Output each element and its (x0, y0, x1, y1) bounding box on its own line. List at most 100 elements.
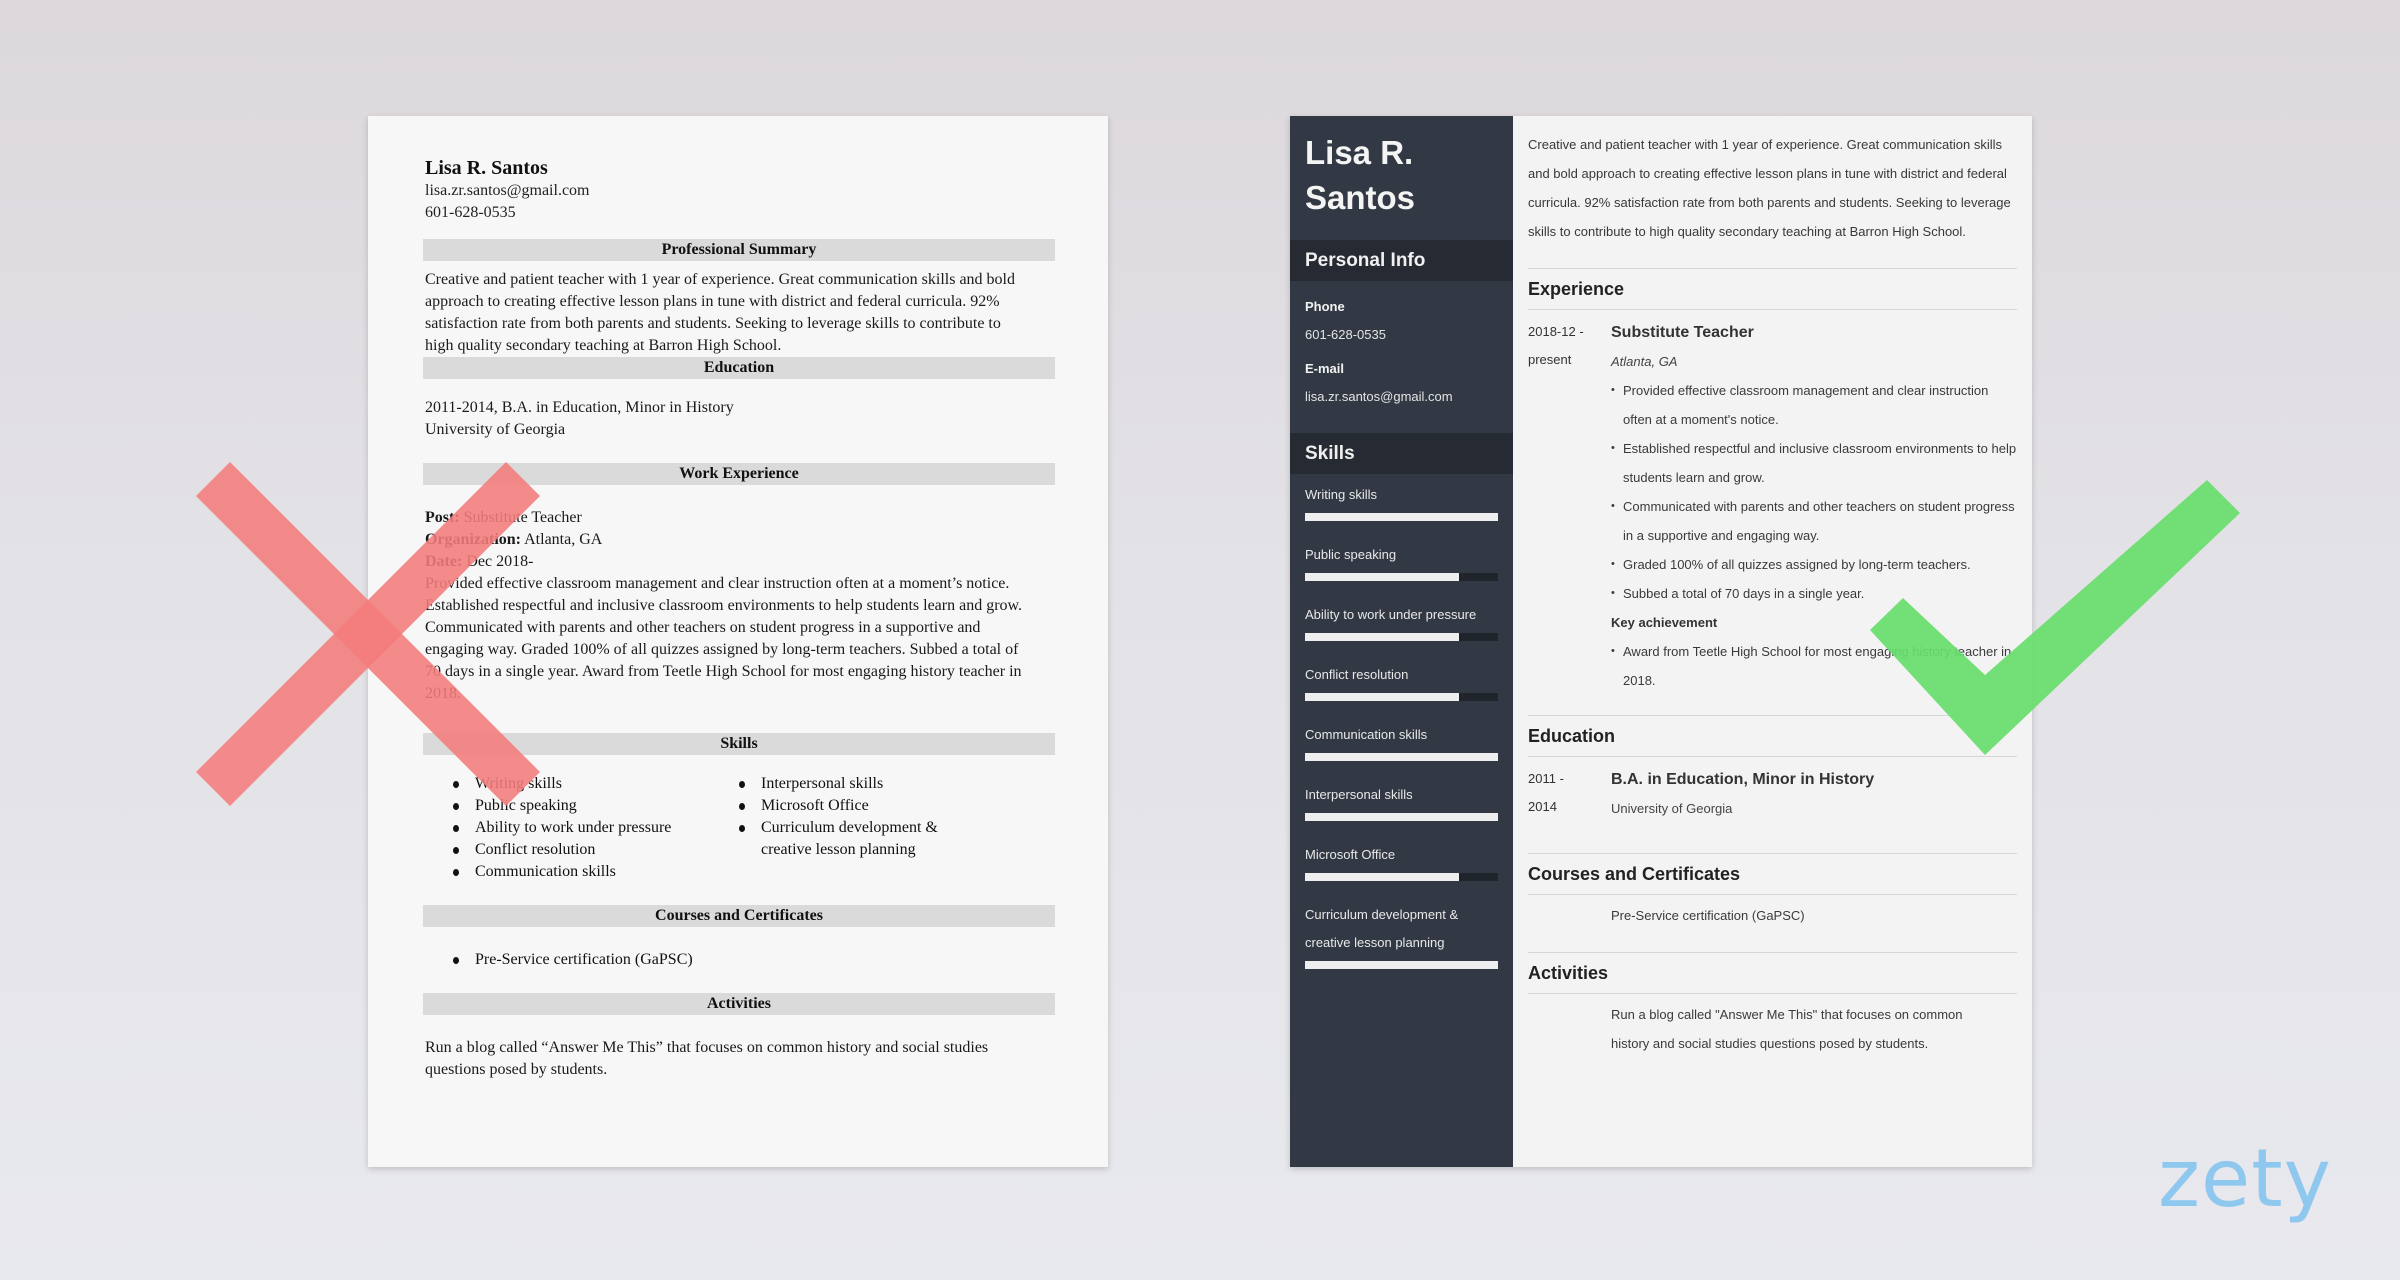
education-body: B.A. in Education, Minor in History Univ… (1611, 765, 2017, 823)
courses-list: Pre-Service certification (GaPSC) (425, 949, 1053, 971)
key-achievement-label: Key achievement (1611, 615, 1718, 630)
skill-item: Conflict resolution (1290, 661, 1513, 701)
skills-list: Writing skills Public speaking Ability to … (1290, 481, 1513, 969)
name-line: Lisa R. (1305, 134, 1414, 171)
divider (1528, 756, 2017, 757)
phone-value: 601-628-0535 (1305, 327, 1386, 342)
skill-item: Ability to work under pressure (425, 817, 739, 839)
experience-bullet: Established respectful and inclusive cla… (1611, 434, 2017, 492)
skill-item: Communication skills (425, 861, 739, 883)
resume-phone: 601-628-0535 (425, 204, 516, 221)
email-value: lisa.zr.santos@gmail.com (1305, 389, 1453, 404)
section-header-education: Education (423, 357, 1055, 379)
skill-item: Microsoft Office (1290, 841, 1513, 881)
date-end: present (1528, 352, 1572, 367)
skill-item: Writing skills (425, 773, 739, 795)
school: University of Georgia (1611, 801, 1733, 816)
experience-entry: 2018-12 - present Substitute Teacher Atl… (1528, 318, 2017, 695)
skill-name: Writing skills (1305, 487, 1377, 502)
skill-level-bar (1305, 633, 1498, 641)
education-header: Education (1528, 726, 1616, 746)
experience-bullet: Communicated with parents and other teac… (1611, 492, 2017, 550)
work-line: Established respectful and inclusive cla… (425, 597, 1023, 614)
skill-item: Public speaking (1290, 541, 1513, 581)
skill-item: Public speaking (425, 795, 739, 817)
experience-body: Substitute Teacher Atlanta, GA Provided … (1611, 318, 2017, 695)
summary-text: Creative and patient teacher with 1 year… (425, 269, 1053, 357)
skill-level-bar (1305, 873, 1498, 881)
skill-level-bar (1305, 813, 1498, 821)
date-end: 2014 (1528, 799, 1557, 814)
summary-line: satisfaction rate from both parents and … (425, 315, 1001, 332)
section-header-summary: Professional Summary (423, 239, 1055, 261)
skill-name: Conflict resolution (1305, 667, 1409, 682)
skill-item: Curriculum development & creative lesson… (1290, 901, 1513, 969)
summary-line: Creative and patient teacher with 1 year… (425, 271, 1015, 288)
skill-level-fill (1305, 573, 1460, 581)
date-start: 2011 - (1528, 771, 1564, 786)
skill-level-bar (1305, 573, 1498, 581)
personal-info-header: Personal Info (1290, 240, 1513, 281)
skill-item: Curriculum development & creative lesson… (739, 817, 959, 861)
work-line: Provided effective classroom management … (425, 575, 1010, 592)
skill-name: Curriculum development & creative lesson… (1305, 907, 1459, 950)
job-title: Substitute Teacher (1611, 324, 1754, 341)
resume-email: lisa.zr.santos@gmail.com (425, 182, 590, 199)
summary-line: approach to creating effective lesson pl… (425, 293, 1000, 310)
summary-line: high quality secondary teaching at Barro… (425, 337, 782, 354)
skill-name: Communication skills (1305, 727, 1428, 742)
skill-level-fill (1305, 961, 1498, 969)
good-resume-page: Lisa R. Santos Personal Info Phone 601-6… (1290, 116, 2032, 1167)
experience-header: Experience (1528, 279, 1625, 299)
course-item: Pre-Service certification (GaPSC) (1611, 908, 1805, 923)
work-post: Post: Substitute Teacher (425, 509, 582, 526)
section-header-skills: Skills (423, 733, 1055, 755)
experience-dates: 2018-12 - present (1528, 318, 1611, 695)
resume-sidebar: Lisa R. Santos Personal Info Phone 601-6… (1290, 116, 1513, 1167)
education-dates: 2011 - 2014 (1528, 765, 1611, 823)
skills-column-1: Writing skills Public speaking Ability to … (425, 773, 739, 883)
experience-bullets: Provided effective classroom management … (1611, 376, 2017, 608)
phone-label: Phone (1305, 299, 1345, 314)
email-label: E-mail (1305, 361, 1345, 376)
experience-bullet: Subbed a total of 70 days in a single ye… (1611, 579, 2017, 608)
activities-text: Run a blog called “Answer Me This” that … (425, 1037, 1053, 1081)
date-start: 2018-12 - (1528, 324, 1584, 339)
skill-level-fill (1305, 513, 1498, 521)
activities-line: Run a blog called “Answer Me This” that … (425, 1039, 989, 1056)
courses-header: Courses and Certificates (1528, 864, 1741, 884)
skill-level-fill (1305, 873, 1460, 881)
skill-level-fill (1305, 693, 1460, 701)
work-text: Post: Substitute Teacher Organization: A… (425, 507, 1053, 705)
divider (1528, 309, 2017, 310)
skill-item: Ability to work under pressure (1290, 601, 1513, 641)
skill-item: Interpersonal skills (739, 773, 959, 795)
course-item: Pre-Service certification (GaPSC) (425, 949, 1053, 971)
degree: B.A. in Education, Minor in History (1611, 771, 1875, 788)
name-line: Santos (1305, 179, 1416, 216)
education-entry: 2011 - 2014 B.A. in Education, Minor in … (1528, 765, 2017, 823)
divider (1528, 993, 2017, 994)
resume-main: Creative and patient teacher with 1 year… (1513, 116, 2032, 1167)
sidebar-name: Lisa R. Santos (1290, 116, 1513, 240)
skill-name: Interpersonal skills (1305, 787, 1413, 802)
education-school: University of Georgia (425, 421, 566, 438)
work-line: Communicated with parents and other teac… (425, 619, 981, 636)
education-degree: 2011-2014, B.A. in Education, Minor in H… (425, 399, 734, 416)
activities-line: questions posed by students. (425, 1061, 608, 1078)
skill-level-fill (1305, 633, 1460, 641)
work-org: Organization: Atlanta, GA (425, 531, 603, 548)
skills-list: Writing skills Public speaking Ability to … (425, 773, 1053, 883)
skill-item: Conflict resolution (425, 839, 739, 861)
skill-item: Communication skills (1290, 721, 1513, 761)
education-text: 2011-2014, B.A. in Education, Minor in H… (425, 397, 1053, 441)
section-header-courses: Courses and Certificates (423, 905, 1055, 927)
achievement-bullet: Award from Teetle High School for most e… (1611, 637, 2017, 695)
work-line: engaging way. Graded 100% of all quizzes… (425, 641, 1019, 658)
work-line: 70 days in a single year. Award from Tee… (425, 663, 1022, 680)
activities-text: Run a blog called "Answer Me This" that … (1611, 1007, 1963, 1051)
zety-logo: zety (2158, 1132, 2332, 1225)
resume-name: Lisa R. Santos (425, 157, 548, 179)
work-line: 2018. (425, 685, 461, 702)
skill-level-fill (1305, 813, 1498, 821)
